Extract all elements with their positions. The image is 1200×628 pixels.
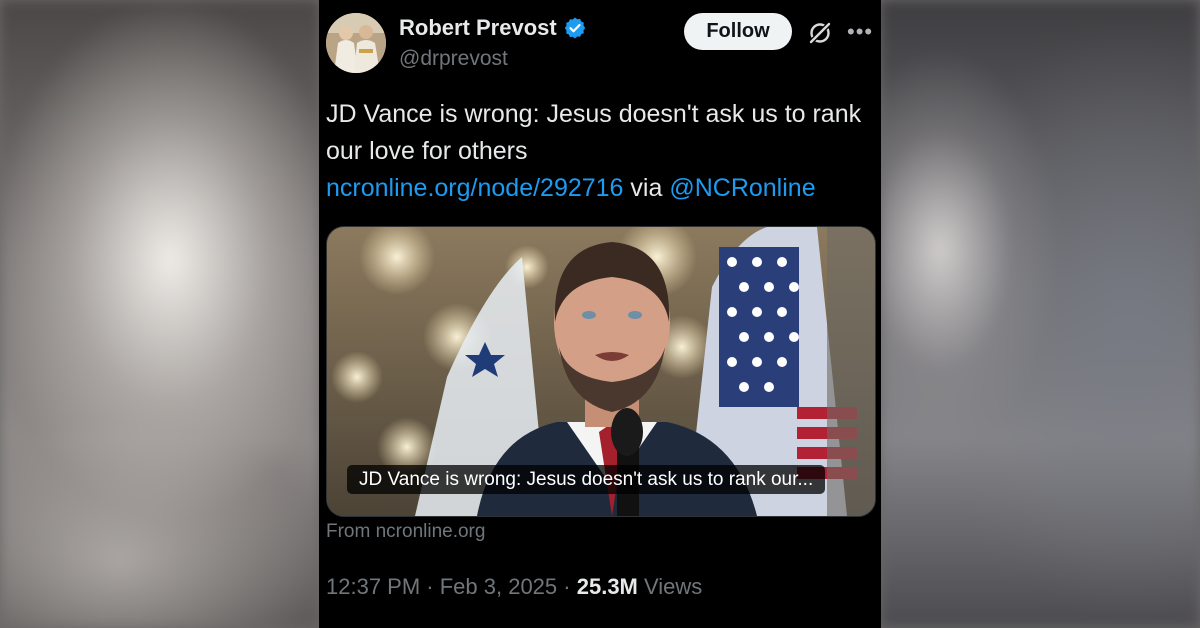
- tweet-meta: 12:37 PM · Feb 3, 2025 · 25.3M Views: [326, 574, 702, 600]
- tweet-time[interactable]: 12:37 PM: [326, 574, 420, 599]
- tweet-via: via: [623, 174, 670, 202]
- link-card-image[interactable]: JD Vance is wrong: Jesus doesn't ask us …: [326, 226, 876, 517]
- tweet-link[interactable]: ncronline.org/node/292716: [326, 174, 623, 202]
- grok-icon[interactable]: [807, 20, 833, 46]
- tweet-text: JD Vance is wrong: Jesus doesn't ask us …: [326, 96, 866, 207]
- tweet-mention[interactable]: @NCRonline: [669, 174, 815, 202]
- blurred-background-left: [0, 0, 320, 628]
- account-handle[interactable]: @drprevost: [399, 47, 508, 71]
- account-name[interactable]: Robert Prevost: [399, 15, 587, 41]
- tweet-date[interactable]: Feb 3, 2025: [440, 574, 557, 599]
- more-options-icon[interactable]: •••: [847, 21, 873, 43]
- card-source[interactable]: From ncronline.org: [326, 521, 485, 543]
- avatar[interactable]: [326, 13, 386, 73]
- meta-separator: ·: [557, 574, 577, 599]
- meta-separator: ·: [420, 574, 440, 599]
- follow-button[interactable]: Follow: [684, 13, 792, 50]
- tweet-card: Robert Prevost @drprevost Follow ••• JD …: [319, 0, 881, 628]
- blurred-background-right: [880, 0, 1200, 628]
- card-caption: JD Vance is wrong: Jesus doesn't ask us …: [347, 465, 826, 494]
- account-name-text[interactable]: Robert Prevost: [399, 15, 557, 41]
- views-count: 25.3M: [576, 574, 638, 599]
- verified-badge-icon: [564, 17, 585, 39]
- views-label: Views: [637, 574, 703, 599]
- tweet-text-body: JD Vance is wrong: Jesus doesn't ask us …: [326, 100, 862, 165]
